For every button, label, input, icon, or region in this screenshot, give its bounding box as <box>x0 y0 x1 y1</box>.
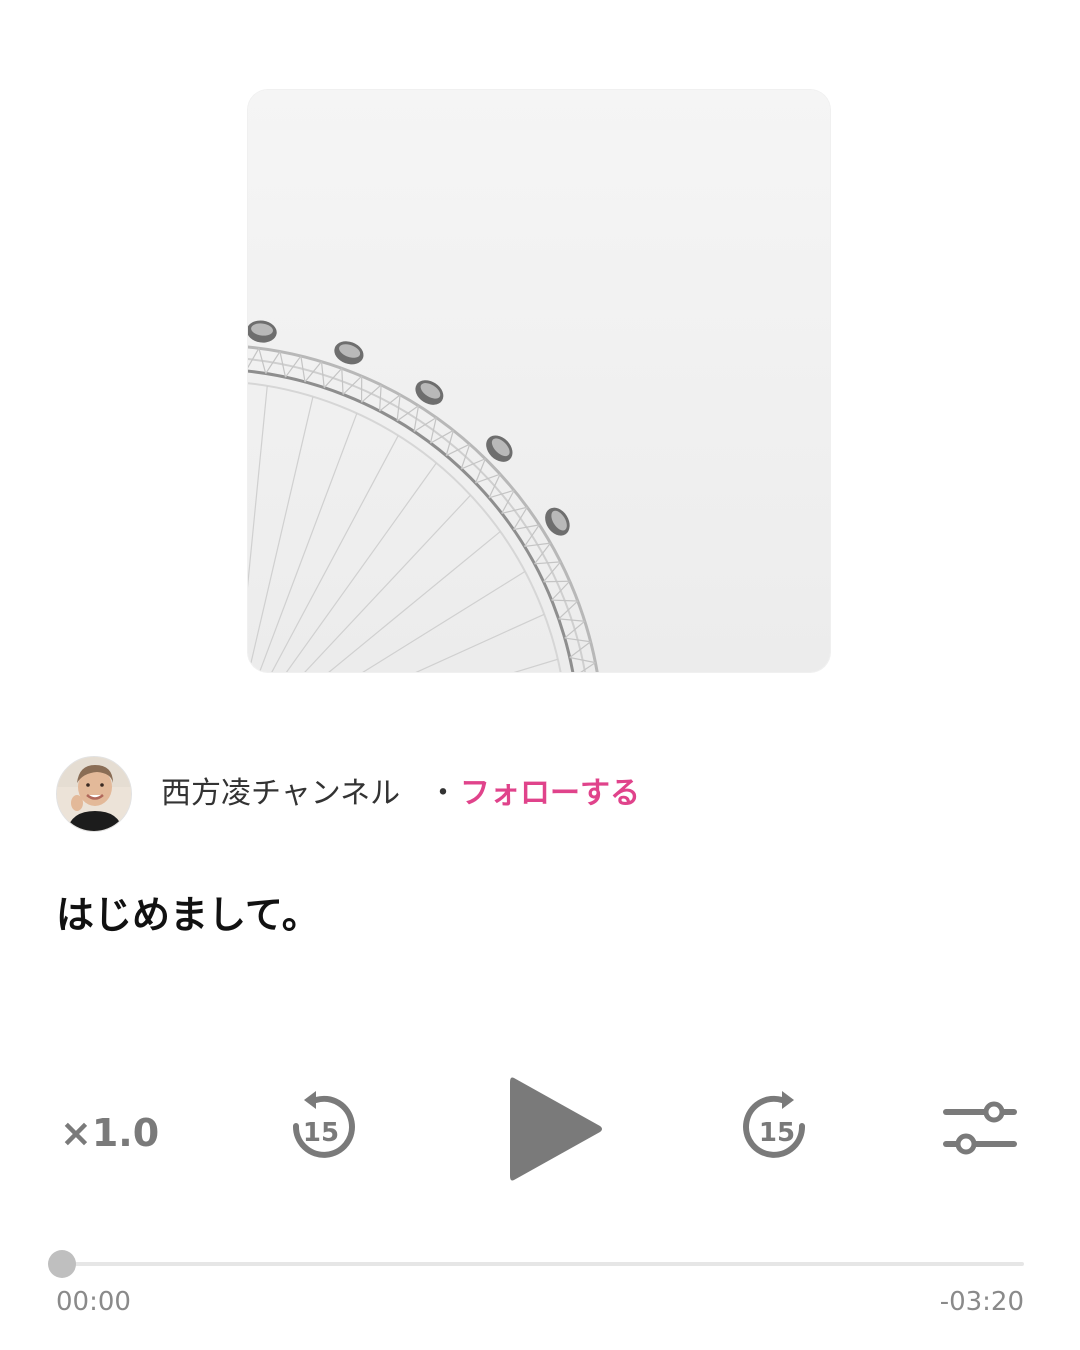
progress-track[interactable] <box>62 1262 1024 1266</box>
ferris-wheel-photo <box>248 90 830 672</box>
elapsed-time: 00:00 <box>56 1287 131 1317</box>
progress-knob[interactable] <box>48 1250 76 1278</box>
skip-back-seconds: 15 <box>302 1118 340 1148</box>
remaining-time: -03:20 <box>939 1287 1024 1317</box>
follow-button[interactable]: フォローする <box>460 774 640 814</box>
user-avatar-photo <box>57 757 131 831</box>
settings-button[interactable] <box>940 1098 1020 1158</box>
channel-avatar[interactable] <box>56 756 132 832</box>
skip-back-button[interactable]: 15 <box>280 1088 362 1170</box>
skip-forward-button[interactable]: 15 <box>736 1088 818 1170</box>
play-icon <box>510 1077 602 1181</box>
episode-title: はじめまして。 <box>56 893 320 937</box>
channel-row: 西方凌チャンネル ・ フォローする <box>56 756 1016 832</box>
separator-dot: ・ <box>428 776 458 811</box>
channel-name[interactable]: 西方凌チャンネル <box>161 774 400 814</box>
sliders-icon <box>943 1101 1017 1155</box>
playback-speed-button[interactable]: ×1.0 <box>60 1108 160 1158</box>
play-button[interactable] <box>500 1070 610 1188</box>
episode-artwork <box>248 90 830 672</box>
skip-forward-seconds: 15 <box>758 1118 796 1148</box>
